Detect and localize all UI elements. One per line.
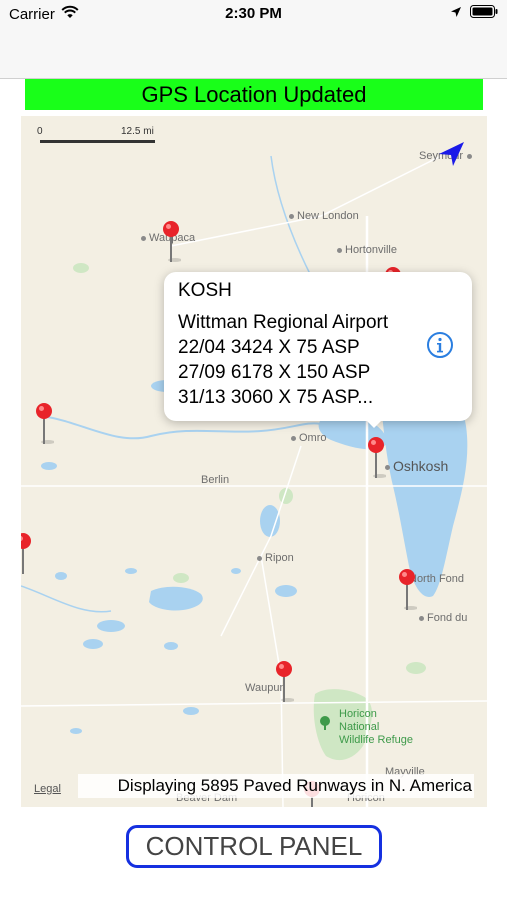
status-icons [450, 5, 498, 23]
town-label: North Fond [409, 573, 465, 585]
park-name-2: National [339, 721, 380, 733]
clock: 2:30 PM [225, 5, 282, 22]
airport-pin[interactable] [161, 220, 181, 262]
legal-link[interactable]: Legal [34, 783, 61, 795]
control-panel-button[interactable]: CONTROL PANEL [126, 825, 382, 868]
airport-pin[interactable] [21, 532, 33, 574]
info-icon[interactable] [426, 331, 454, 359]
scale-start: 0 [37, 126, 43, 137]
airport-pin[interactable] [397, 568, 417, 610]
park-name-1: Horicon [339, 708, 377, 720]
town-label: New London [289, 210, 359, 222]
tree-icon [319, 716, 331, 730]
town-label: Oshkosh [385, 458, 448, 474]
scale-end: 12.5 mi [121, 126, 154, 137]
airport-pin[interactable] [274, 660, 294, 702]
runway-line: 31/13 3060 X 75 ASP... [178, 387, 374, 408]
runway-count-label: Displaying 5895 Paved Runways in N. Amer… [78, 774, 474, 798]
gps-status-banner: GPS Location Updated [25, 79, 483, 110]
user-location-arrow-icon [436, 138, 466, 168]
town-label: Berlin [201, 474, 230, 486]
location-arrow-icon [450, 5, 462, 23]
town-label: Hortonville [337, 244, 397, 256]
town-label: Fond du [419, 612, 467, 624]
airport-pin-selected[interactable] [366, 436, 386, 478]
airport-pin[interactable] [34, 402, 54, 444]
runway-line: 27/09 6178 X 150 ASP [178, 362, 371, 383]
navigation-bar [0, 30, 507, 79]
battery-icon [470, 5, 498, 23]
town-label: Ripon [257, 552, 294, 564]
runway-line: 22/04 3424 X 75 ASP [178, 337, 360, 358]
park-name-3: Wildlife Refuge [339, 734, 413, 746]
map-scale: 0 12.5 mi [37, 126, 155, 146]
callout-pointer [364, 418, 384, 428]
airport-name: Wittman Regional Airport [178, 312, 389, 333]
scale-bar [40, 140, 155, 143]
status-bar: Carrier 2:30 PM [0, 0, 507, 30]
airport-callout[interactable]: KOSH Wittman Regional Airport 22/04 3424… [164, 272, 472, 428]
town-label: Omro [291, 432, 327, 444]
airport-code: KOSH [178, 280, 232, 301]
map-view[interactable]: 0 12.5 mi Seymour New London Waupaca Hor… [21, 116, 487, 807]
park-label: Horicon National Wildlife Refuge [320, 708, 413, 747]
